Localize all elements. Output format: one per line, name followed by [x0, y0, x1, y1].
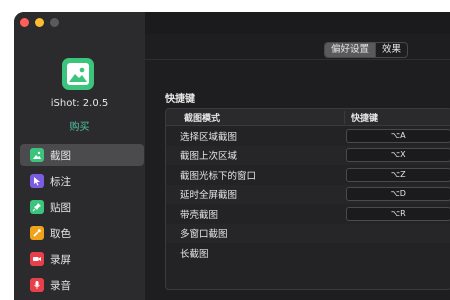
- sidebar-item-screenshot[interactable]: 截图: [20, 144, 144, 166]
- shortcut-table: 截图模式 快捷键 选择区域截图 ⌥A 截图上次区域 ⌥X 截图光标下的窗口 ⌥Z…: [165, 108, 450, 290]
- sidebar-item-screen-record[interactable]: 录屏: [20, 248, 144, 270]
- app-version-label: iShot: 2.0.5: [50, 98, 109, 109]
- app-window: iShot: 2.0.5 购买 截图 标注 贴图 取色 录屏 录音 偏好设置 效…: [14, 12, 450, 300]
- mode-label: 延时全屏截图: [180, 190, 238, 202]
- close-button[interactable]: [20, 18, 29, 27]
- sidebar-item-label: 取色: [50, 227, 71, 240]
- app-logo-icon: [62, 58, 94, 90]
- shortcut-field[interactable]: ⌥A: [345, 128, 450, 143]
- sidebar-item-audio-record[interactable]: 录音: [20, 274, 144, 296]
- zoom-button[interactable]: [50, 18, 59, 27]
- shortcut-field[interactable]: ⌥X: [345, 148, 450, 163]
- mode-label: 长截图: [180, 248, 209, 260]
- cursor-icon: [30, 174, 44, 188]
- tab-switcher: 偏好设置 效果: [324, 42, 409, 58]
- divider: [145, 59, 450, 60]
- sidebar-item-label: 标注: [50, 175, 71, 188]
- sidebar-item-label: 录音: [50, 279, 71, 292]
- main-panel: 偏好设置 效果 快捷键 截图模式 快捷键 选择区域截图 ⌥A 截图上次区域 ⌥X: [145, 12, 450, 300]
- table-row[interactable]: 长截图: [166, 243, 450, 263]
- title-bar: [145, 12, 450, 34]
- column-header-shortcut: 快捷键: [351, 113, 379, 124]
- sidebar-item-label: 截图: [50, 149, 71, 162]
- eyedropper-icon: [30, 226, 44, 240]
- tab-effects[interactable]: 效果: [375, 43, 407, 57]
- buy-link[interactable]: 购买: [14, 118, 145, 133]
- table-header: 截图模式 快捷键: [166, 109, 450, 126]
- sidebar-item-pin[interactable]: 贴图: [20, 196, 144, 218]
- sidebar-item-annotate[interactable]: 标注: [20, 170, 144, 192]
- sidebar-item-label: 录屏: [50, 253, 71, 266]
- minimize-button[interactable]: [35, 18, 44, 27]
- table-row[interactable]: 截图上次区域 ⌥X: [166, 145, 450, 165]
- table-row[interactable]: 带壳截图 ⌥R: [166, 204, 450, 224]
- mode-label: 截图上次区域: [180, 151, 238, 163]
- shortcuts-section-title: 快捷键: [165, 94, 195, 105]
- table-body: 选择区域截图 ⌥A 截图上次区域 ⌥X 截图光标下的窗口 ⌥Z 延时全屏截图 ⌥…: [166, 126, 450, 263]
- table-row[interactable]: 延时全屏截图 ⌥D: [166, 184, 450, 204]
- mode-label: 截图光标下的窗口: [180, 170, 257, 182]
- mode-label: 多窗口截图: [180, 229, 228, 241]
- sidebar: iShot: 2.0.5 购买 截图 标注 贴图 取色 录屏 录音: [14, 12, 145, 300]
- shortcut-field[interactable]: ⌥D: [345, 187, 450, 202]
- sidebar-item-label: 贴图: [50, 201, 71, 214]
- table-row[interactable]: 多窗口截图: [166, 223, 450, 243]
- video-camera-icon: [30, 252, 44, 266]
- column-header-mode: 截图模式: [166, 110, 345, 124]
- mode-label: 带壳截图: [180, 209, 219, 221]
- microphone-icon: [30, 278, 44, 292]
- sidebar-item-color-picker[interactable]: 取色: [20, 222, 144, 244]
- shortcut-field[interactable]: ⌥R: [345, 206, 450, 221]
- pin-icon: [30, 200, 44, 214]
- table-row[interactable]: 截图光标下的窗口 ⌥Z: [166, 165, 450, 185]
- image-icon: [30, 148, 44, 162]
- mode-label: 选择区域截图: [180, 131, 238, 143]
- table-row[interactable]: 选择区域截图 ⌥A: [166, 126, 450, 146]
- sidebar-nav: 截图 标注 贴图 取色 录屏 录音: [20, 144, 144, 300]
- shortcut-field[interactable]: ⌥Z: [345, 167, 450, 182]
- window-controls: [20, 18, 59, 27]
- tab-preferences[interactable]: 偏好设置: [325, 43, 376, 57]
